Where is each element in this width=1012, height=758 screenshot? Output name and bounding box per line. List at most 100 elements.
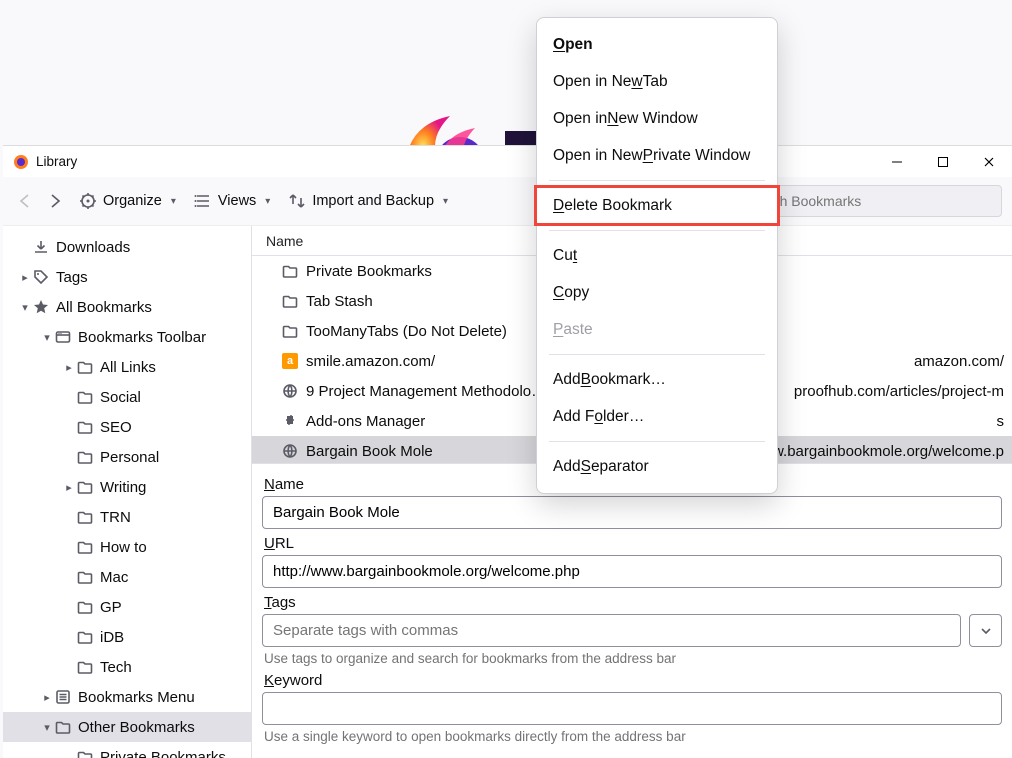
import-backup-menu[interactable]: Import and Backup	[282, 188, 454, 214]
bookmark-location: proofhub.com/articles/project-m	[794, 383, 1004, 400]
folder-icon	[77, 509, 93, 525]
tree-item-bookmarks-menu[interactable]: ▸ Bookmarks Menu	[3, 682, 251, 712]
twisty-icon[interactable]: ▸	[61, 481, 77, 494]
tree-item-personal[interactable]: Personal	[3, 442, 251, 472]
ctx-cut[interactable]: Cut	[537, 237, 777, 274]
download-icon	[33, 239, 49, 255]
bookmark-name: Private Bookmarks	[306, 263, 432, 280]
organize-label: Organize	[103, 193, 162, 209]
puzzle-icon	[282, 413, 298, 429]
forward-button[interactable]	[43, 189, 67, 213]
folder-icon	[77, 449, 93, 465]
tags-input[interactable]	[262, 614, 961, 647]
back-button[interactable]	[13, 189, 37, 213]
folder-icon	[282, 293, 298, 309]
folder-icon	[282, 323, 298, 339]
tree-item-seo[interactable]: SEO	[3, 412, 251, 442]
toolbar-icon	[55, 329, 71, 345]
tree-item-label: Private Bookmarks	[100, 749, 226, 758]
tree-item-label: Mac	[100, 569, 128, 586]
tree-item-how-to[interactable]: How to	[3, 532, 251, 562]
tree-item-downloads[interactable]: Downloads	[3, 232, 251, 262]
tree-item-label: Social	[100, 389, 141, 406]
bookmark-name: Tab Stash	[306, 293, 373, 310]
tree-item-label: Bookmarks Menu	[78, 689, 195, 706]
bookmark-name: smile.amazon.com/	[306, 353, 435, 370]
firefox-app-icon	[13, 154, 29, 170]
tree-item-tech[interactable]: Tech	[3, 652, 251, 682]
tree-item-label: Bookmarks Toolbar	[78, 329, 206, 346]
context-menu-separator	[549, 230, 765, 231]
tree-item-label: Other Bookmarks	[78, 719, 195, 736]
context-menu-separator	[549, 441, 765, 442]
tree-item-label: SEO	[100, 419, 132, 436]
tree-item-label: iDB	[100, 629, 124, 646]
folder-icon	[282, 263, 298, 279]
tree-item-idb[interactable]: iDB	[3, 622, 251, 652]
ctx-add-separator[interactable]: Add Separator	[537, 448, 777, 485]
tree-item-gp[interactable]: GP	[3, 592, 251, 622]
url-input[interactable]	[262, 555, 1002, 588]
menu-icon	[55, 689, 71, 705]
folder-icon	[77, 539, 93, 555]
ctx-open-in-new-private-window[interactable]: Open in New Private Window	[537, 137, 777, 174]
views-label: Views	[218, 193, 256, 209]
views-menu[interactable]: Views	[188, 188, 276, 214]
tree-item-label: Tech	[100, 659, 132, 676]
tree-item-all-bookmarks[interactable]: ▾All Bookmarks	[3, 292, 251, 322]
ctx-copy[interactable]: Copy	[537, 274, 777, 311]
tree-item-label: Downloads	[56, 239, 130, 256]
star-fill-icon	[33, 299, 49, 315]
import-label: Import and Backup	[312, 193, 434, 209]
amazon-icon: a	[282, 353, 298, 369]
tree-item-writing[interactable]: ▸ Writing	[3, 472, 251, 502]
minimize-button[interactable]	[874, 146, 920, 177]
bookmark-context-menu[interactable]: OpenOpen in New TabOpen in New WindowOpe…	[536, 17, 778, 494]
close-button[interactable]	[966, 146, 1012, 177]
bookmark-name: TooManyTabs (Do Not Delete)	[306, 323, 507, 340]
name-input[interactable]	[262, 496, 1002, 529]
library-window: Library Organize Views Import and Backup…	[3, 145, 1012, 758]
tree-item-social[interactable]: Social	[3, 382, 251, 412]
tree-item-all-links[interactable]: ▸ All Links	[3, 352, 251, 382]
twisty-icon[interactable]: ▾	[39, 721, 55, 734]
bookmark-location: amazon.com/	[914, 353, 1004, 370]
folder-icon	[77, 749, 93, 758]
organize-menu[interactable]: Organize	[73, 188, 182, 214]
maximize-button[interactable]	[920, 146, 966, 177]
twisty-icon[interactable]: ▾	[17, 301, 33, 314]
ctx-add-bookmark-[interactable]: Add Bookmark…	[537, 361, 777, 398]
tree-item-private-bookmarks[interactable]: Private Bookmarks	[3, 742, 251, 758]
tree-item-bookmarks-toolbar[interactable]: ▾ Bookmarks Toolbar	[3, 322, 251, 352]
keyword-hint: Use a single keyword to open bookmarks d…	[264, 729, 1000, 744]
twisty-icon[interactable]: ▸	[17, 271, 33, 284]
tree-item-label: All Links	[100, 359, 156, 376]
tree-item-other-bookmarks[interactable]: ▾ Other Bookmarks	[3, 712, 251, 742]
folder-icon	[77, 629, 93, 645]
ctx-open[interactable]: Open	[537, 26, 777, 63]
twisty-icon[interactable]: ▸	[39, 691, 55, 704]
workspace: Downloads▸Tags▾All Bookmarks▾Bookmarks T…	[3, 226, 1012, 758]
keyword-input[interactable]	[262, 692, 1002, 725]
tree-item-tags[interactable]: ▸Tags	[3, 262, 251, 292]
ctx-open-in-new-tab[interactable]: Open in New Tab	[537, 63, 777, 100]
bookmark-name: 9 Project Management Methodolo…	[306, 383, 546, 400]
ctx-delete-bookmark[interactable]: Delete Bookmark	[536, 187, 778, 224]
twisty-icon[interactable]: ▾	[39, 331, 55, 344]
tree-item-mac[interactable]: Mac	[3, 562, 251, 592]
folder-icon	[77, 419, 93, 435]
ctx-add-folder-[interactable]: Add Folder…	[537, 398, 777, 435]
bookmark-name: Bargain Book Mole	[306, 443, 433, 460]
sidebar-tree[interactable]: Downloads▸Tags▾All Bookmarks▾Bookmarks T…	[3, 226, 252, 758]
tags-dropdown-button[interactable]	[969, 614, 1002, 647]
tree-item-label: Writing	[100, 479, 146, 496]
details-pane: Name URL Tags Use tags to organize and s…	[252, 463, 1012, 758]
bookmark-location: s	[997, 413, 1005, 430]
context-menu-separator	[549, 180, 765, 181]
globe-icon	[282, 383, 298, 399]
twisty-icon[interactable]: ▸	[61, 361, 77, 374]
tree-item-label: GP	[100, 599, 122, 616]
folder-icon	[77, 569, 93, 585]
tree-item-trn[interactable]: TRN	[3, 502, 251, 532]
ctx-open-in-new-window[interactable]: Open in New Window	[537, 100, 777, 137]
